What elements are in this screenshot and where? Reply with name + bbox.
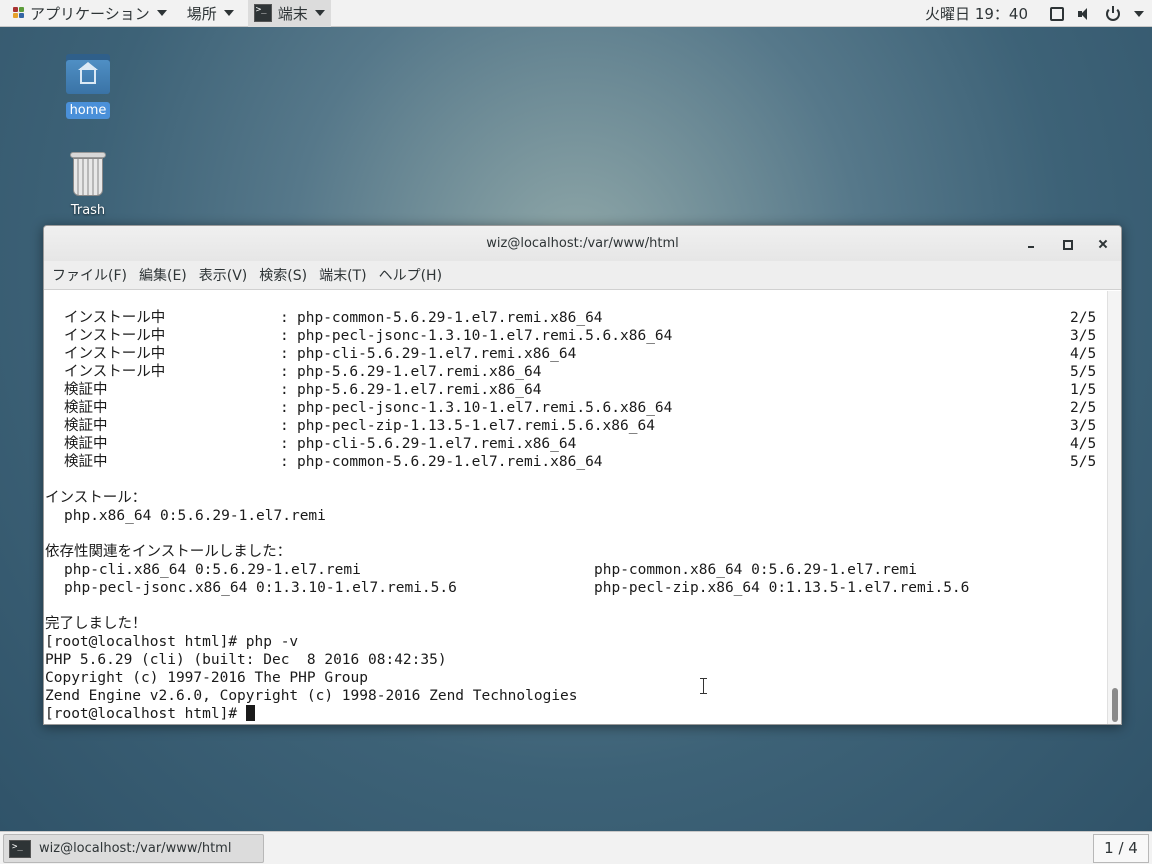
text-cursor <box>245 705 255 721</box>
bottom-panel: wiz@localhost:/var/www/html 1 / 4 <box>0 831 1152 864</box>
terminal-icon <box>9 839 31 858</box>
menu-search[interactable]: 検索(S) <box>253 265 313 285</box>
chevron-down-icon <box>156 10 167 16</box>
menu-view[interactable]: 表示(V) <box>193 265 254 285</box>
window-titlebar[interactable]: wiz@localhost:/var/www/html <box>44 226 1121 261</box>
taskbar-item-terminal[interactable]: wiz@localhost:/var/www/html <box>3 834 264 863</box>
menu-file[interactable]: ファイル(F) <box>46 265 133 285</box>
php-version-line: PHP 5.6.29 (cli) (built: Dec 8 2016 08:4… <box>45 652 447 668</box>
trash-label: Trash <box>70 203 106 218</box>
copyright-line: Copyright (c) 1997-2016 The PHP Group <box>45 670 369 686</box>
places-label: 場所 <box>186 4 217 23</box>
mouse-ibeam-cursor-icon <box>700 678 707 694</box>
top-panel: アプリケーション 場所 端末 火曜日 19：40 <box>0 0 1152 27</box>
menu-edit[interactable]: 編集(E) <box>133 265 193 285</box>
power-icon[interactable] <box>1106 5 1120 21</box>
menubar: ファイル(F) 編集(E) 表示(V) 検索(S) 端末(T) ヘルプ(H) <box>44 261 1121 290</box>
chevron-down-icon <box>223 10 234 16</box>
installed-header: インストール： <box>45 490 147 506</box>
applications-menu[interactable]: アプリケーション <box>0 0 173 27</box>
workspace-switcher[interactable]: 1 / 4 <box>1093 834 1149 863</box>
window-title: wiz@localhost:/var/www/html <box>486 236 679 251</box>
scrollbar-thumb[interactable] <box>1112 688 1118 722</box>
desktop-icon-trash[interactable]: Trash <box>58 152 118 218</box>
terminal-scrollbar[interactable] <box>1107 291 1121 724</box>
deps-header: 依存性関連をインストールしました： <box>45 544 292 560</box>
chevron-down-icon <box>314 10 325 16</box>
active-app-menu[interactable]: 端末 <box>247 0 331 27</box>
active-app-label: 端末 <box>277 4 308 23</box>
menu-help[interactable]: ヘルプ(H) <box>373 265 448 285</box>
places-menu[interactable]: 場所 <box>181 0 240 27</box>
prompt-command: [root@localhost html]# php -v <box>45 634 299 650</box>
terminal-icon <box>253 4 272 22</box>
volume-icon[interactable] <box>1078 7 1092 21</box>
clock[interactable]: 火曜日 19：40 <box>925 3 1028 24</box>
prompt-text: [root@localhost html]# <box>45 706 246 722</box>
taskbar-item-label: wiz@localhost:/var/www/html <box>39 841 232 856</box>
installed-package: php.x86_64 0:5.6.29-1.el7.remi <box>64 508 326 524</box>
system-menu-chevron-icon[interactable] <box>1134 10 1144 17</box>
menu-terminal[interactable]: 端末(T) <box>313 265 372 285</box>
maximize-button[interactable] <box>1055 232 1079 256</box>
minimize-button[interactable] <box>1019 232 1043 256</box>
home-folder-icon <box>66 54 110 94</box>
home-label: home <box>65 102 111 119</box>
zend-line: Zend Engine v2.6.0, Copyright (c) 1998-2… <box>45 688 578 704</box>
trash-icon <box>70 152 106 196</box>
terminal-window: wiz@localhost:/var/www/html ファイル(F) 編集(E… <box>43 225 1122 725</box>
close-button[interactable] <box>1091 232 1115 256</box>
screen-icon[interactable] <box>1050 6 1064 21</box>
done-message: 完了しました！ <box>45 616 147 632</box>
prompt-line[interactable]: [root@localhost html]# <box>45 705 255 723</box>
terminal-output[interactable]: インストール中: php-common-5.6.29-1.el7.remi.x86… <box>44 291 1108 724</box>
gnome-logo-icon <box>12 6 26 20</box>
desktop-icon-home[interactable]: home <box>58 54 118 119</box>
applications-label: アプリケーション <box>30 4 150 23</box>
